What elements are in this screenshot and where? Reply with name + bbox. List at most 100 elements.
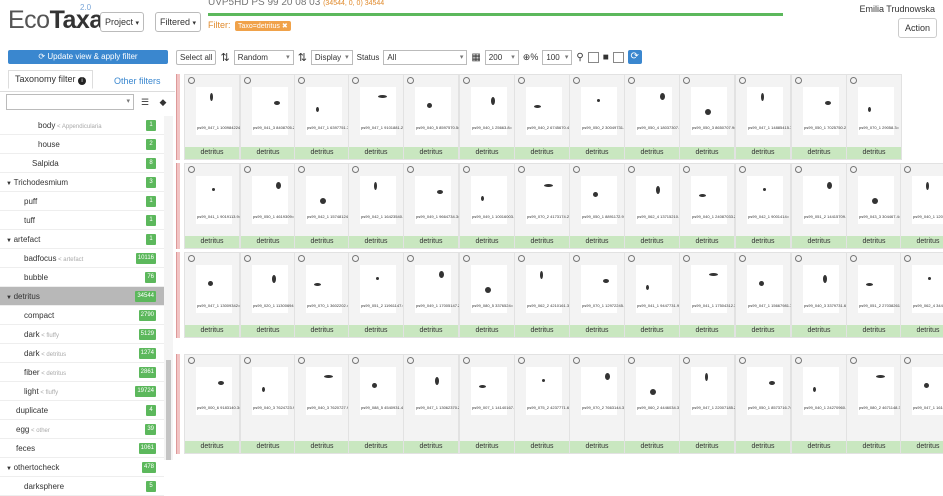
tree-item-egg[interactable]: egg < other 39: [0, 420, 164, 439]
eye-icon[interactable]: [850, 166, 857, 173]
image-card[interactable]: ps99_050_1 8573716.7= detritus: [735, 354, 792, 454]
tree-item-artefact[interactable]: ▼ artefact 1: [0, 230, 164, 249]
image-card[interactable]: ps99_000_6 9183140.3= detritus: [184, 354, 241, 454]
update-view-button[interactable]: ⟳ Update view & apply filter: [8, 50, 168, 64]
image-card[interactable]: ps99_050_1 4619309= detritus: [240, 163, 296, 249]
image-card[interactable]: ps99_041_1 9447731.9= detritus: [624, 252, 681, 338]
eye-icon[interactable]: [407, 166, 414, 173]
scroll-thumb[interactable]: [166, 360, 171, 460]
checkbox-2[interactable]: [612, 51, 624, 63]
image-card[interactable]: ps99_047_1 22007185.2= detritus: [679, 354, 739, 454]
image-card[interactable]: ps99_040_3 3379731.6= detritus: [791, 252, 848, 338]
tree-item-trichodesmium[interactable]: ▼ Trichodesmium 3: [0, 173, 164, 192]
tree-item-darksphere[interactable]: darksphere 5: [0, 477, 164, 496]
eye-icon[interactable]: [298, 255, 305, 262]
eye-icon[interactable]: [244, 357, 251, 364]
image-card[interactable]: ps99_042_1 16423540.2= detritus: [348, 163, 408, 249]
eye-icon[interactable]: [188, 77, 195, 84]
status-select[interactable]: All ▾: [383, 49, 468, 65]
eye-icon[interactable]: [850, 77, 857, 84]
tree-item-tuff[interactable]: tuff 1: [0, 211, 164, 230]
image-card[interactable]: ps99_040_1 24270960.4= detritus: [791, 354, 851, 454]
image-card[interactable]: ps99_070_1 3602202.4= detritus: [294, 252, 351, 338]
collapse-arrow-icon[interactable]: ▼: [6, 181, 14, 187]
image-card[interactable]: ps99_020_1 11300694.3= detritus: [240, 252, 299, 338]
eye-icon[interactable]: [244, 166, 251, 173]
eye-icon[interactable]: [573, 166, 580, 173]
collapse-arrow-icon[interactable]: ▼: [6, 238, 14, 244]
eye-icon[interactable]: [352, 357, 359, 364]
eye-icon[interactable]: [244, 77, 251, 84]
tag-icon[interactable]: ◆: [154, 94, 172, 110]
image-card[interactable]: ps99_051_2 27038261.7= detritus: [846, 252, 906, 338]
tree-item-house[interactable]: house 2: [0, 135, 164, 154]
image-card[interactable]: ps99_070_2 7663144.3= detritus: [569, 354, 626, 454]
eye-icon[interactable]: [850, 357, 857, 364]
taxonomy-search-input[interactable]: ▾: [6, 94, 134, 110]
eye-icon[interactable]: [463, 357, 470, 364]
eye-icon[interactable]: [795, 357, 802, 364]
zoom-select[interactable]: 100 ▾: [542, 49, 573, 65]
image-card[interactable]: ps99_060_2 4446034.3= detritus: [624, 354, 681, 454]
eye-icon[interactable]: [407, 77, 414, 84]
image-card[interactable]: ps99_040_3 7620727.9= detritus: [294, 354, 351, 454]
eye-icon[interactable]: [739, 77, 746, 84]
tree-item-compact[interactable]: compact 2790: [0, 306, 164, 325]
eye-icon[interactable]: [352, 166, 359, 173]
image-card[interactable]: ps99_049_1 10016003.2= detritus: [459, 163, 519, 249]
tree-item-bubble[interactable]: bubble 76: [0, 268, 164, 287]
eye-icon[interactable]: [573, 77, 580, 84]
sort-direction-icon[interactable]: ⇅: [298, 51, 307, 64]
eye-icon[interactable]: [407, 357, 414, 364]
tree-item-light[interactable]: light < fluffy 19724: [0, 382, 164, 401]
image-card[interactable]: ps99_075_2 4237771.6= detritus: [514, 354, 571, 454]
eye-icon[interactable]: [683, 255, 690, 262]
image-card[interactable]: ps99_047_1 15667981.7= detritus: [735, 252, 795, 338]
tree-item-feces[interactable]: feces 1061: [0, 439, 164, 458]
eye-icon[interactable]: [739, 166, 746, 173]
list-view-icon[interactable]: ☰: [136, 94, 154, 110]
collapse-arrow-icon[interactable]: ▼: [6, 466, 14, 472]
eye-icon[interactable]: [352, 255, 359, 262]
eye-icon[interactable]: [188, 357, 195, 364]
eye-icon[interactable]: [298, 357, 305, 364]
image-card[interactable]: ps99_049_1 17005147.2= detritus: [403, 252, 463, 338]
image-card[interactable]: ps99_040_1 12072287.3= detritus: [900, 163, 943, 249]
eye-icon[interactable]: [463, 166, 470, 173]
tree-item-salpida[interactable]: Salpida 8: [0, 154, 164, 173]
sidebar-scrollbar[interactable]: [164, 116, 173, 460]
image-card[interactable]: ps99_047_1 6397751.7= detritus: [294, 74, 351, 160]
image-card[interactable]: ps99_070_1 12972245.4= detritus: [569, 252, 629, 338]
eye-icon[interactable]: [573, 255, 580, 262]
sort-icon[interactable]: ⇅: [220, 51, 229, 64]
eye-icon[interactable]: [518, 357, 525, 364]
image-card[interactable]: ps99_040_1 24087033.2= detritus: [679, 163, 739, 249]
eye-icon[interactable]: [463, 77, 470, 84]
image-card[interactable]: ps99_043_3 304467.4= detritus: [846, 163, 902, 249]
image-card[interactable]: ps99_007_1 14140167.4= detritus: [459, 354, 519, 454]
eye-icon[interactable]: [518, 255, 525, 262]
eye-icon[interactable]: [739, 255, 746, 262]
image-card[interactable]: ps99_040_3 7624723.9= detritus: [240, 354, 297, 454]
eye-icon[interactable]: [795, 77, 802, 84]
image-card[interactable]: ps99_070_1 29058.3= detritus: [846, 74, 902, 160]
image-card[interactable]: ps99_040_1 25663.8= detritus: [459, 74, 515, 160]
eye-icon[interactable]: [518, 77, 525, 84]
eye-icon[interactable]: [904, 166, 911, 173]
eye-icon[interactable]: [628, 357, 635, 364]
tree-item-fiber[interactable]: fiber < detritus 2861: [0, 363, 164, 382]
image-card[interactable]: ps99_050_4 18037307.2= detritus: [624, 74, 684, 160]
image-card[interactable]: ps99_041_1 17504312.3= detritus: [679, 252, 739, 338]
sort-select[interactable]: Random ▾: [233, 49, 294, 65]
tree-item-othertocheck[interactable]: ▼ othertocheck 478: [0, 458, 164, 477]
image-card[interactable]: ps99_050_2 30049731.6= detritus: [569, 74, 629, 160]
collapse-arrow-icon[interactable]: ▼: [6, 295, 14, 301]
image-card[interactable]: ps99_080_2 4671148.3= detritus: [846, 354, 903, 454]
action-button[interactable]: Action: [897, 18, 937, 38]
eye-icon[interactable]: [795, 166, 802, 173]
eye-icon[interactable]: [298, 77, 305, 84]
image-card[interactable]: ps99_047_1 13009342= detritus: [184, 252, 240, 338]
image-card[interactable]: ps99_062_2 4210161.3= detritus: [514, 252, 571, 338]
image-card[interactable]: ps99_062_4 3441255.3= detritus: [900, 252, 943, 338]
tree-item-body[interactable]: body < Appendicularia 1: [0, 116, 164, 135]
